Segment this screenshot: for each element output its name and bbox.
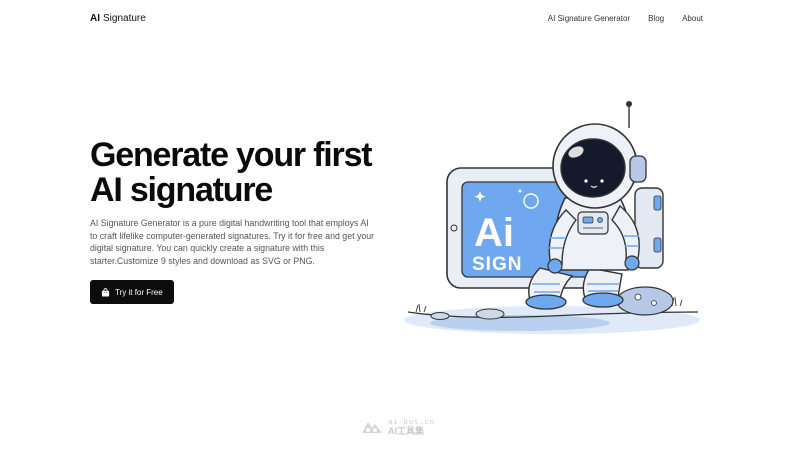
shopping-bag-icon xyxy=(101,288,110,297)
screen-ai-text: Ai xyxy=(474,211,514,255)
top-navbar: AI Signature AI Signature Generator Blog… xyxy=(0,0,800,40)
nav-link-ai-signature-generator[interactable]: AI Signature Generator xyxy=(548,14,630,23)
nav-links: AI Signature Generator Blog About xyxy=(548,14,703,23)
watermark: ai-bot.cn AI工具集 xyxy=(360,418,435,436)
try-it-for-free-button[interactable]: Try it for Free xyxy=(90,280,174,305)
hero-title-line1: Generate your first xyxy=(90,136,373,174)
logo-signature-text: Signature xyxy=(103,13,146,24)
hero-description: AI Signature Generator is a pure digital… xyxy=(90,218,375,266)
astronaut-illustration-svg: Ai SIGN xyxy=(404,101,700,334)
site-logo[interactable]: AI Signature xyxy=(90,13,146,24)
hero-title-line2: AI signature xyxy=(90,171,273,209)
hero-title: Generate your first AI signature xyxy=(90,138,390,208)
watermark-text: ai-bot.cn AI工具集 xyxy=(388,418,435,436)
watermark-logo-icon xyxy=(362,422,382,433)
watermark-brand: AI工具集 xyxy=(388,426,425,436)
screen-sign-text: SIGN xyxy=(472,254,522,275)
nav-link-blog[interactable]: Blog xyxy=(648,14,664,23)
astronaut-illustration: Ai SIGN xyxy=(400,98,705,348)
logo-ai-text: AI xyxy=(90,13,100,24)
cta-label: Try it for Free xyxy=(115,287,163,297)
nav-link-about[interactable]: About xyxy=(682,14,703,23)
hero-section: Generate your first AI signature AI Sign… xyxy=(90,138,390,305)
